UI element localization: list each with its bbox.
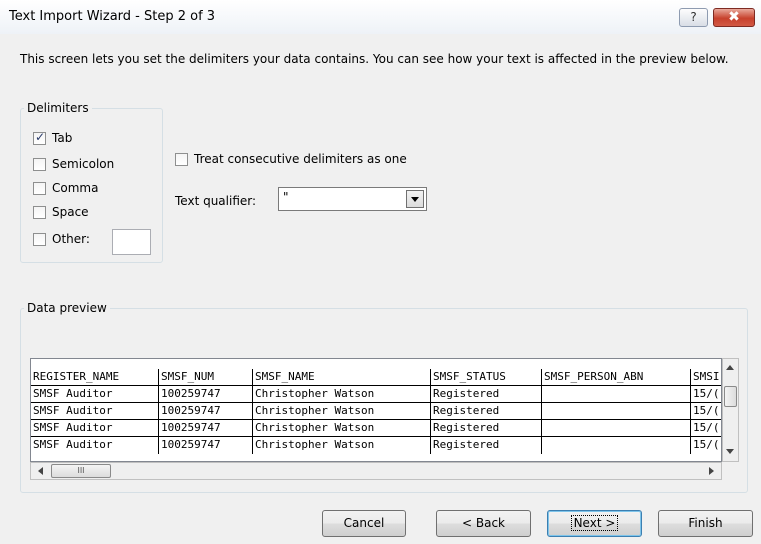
preview-cell: SMSF Auditor [31, 403, 159, 420]
preview-cell: Christopher Watson [253, 420, 431, 437]
text-qualifier-select[interactable]: " [278, 187, 427, 211]
dropdown-arrow-icon[interactable] [406, 190, 424, 208]
title-bar: Text Import Wizard - Step 2 of 3 ? ✖ [0, 0, 761, 34]
next-button[interactable]: Next > [547, 510, 642, 537]
preview-header-cell: SMSF_PERSON_ABN [542, 369, 691, 386]
help-icon: ? [690, 10, 697, 24]
close-icon: ✖ [728, 9, 740, 25]
other-checkbox-box[interactable] [33, 232, 46, 246]
preview-header-cell: SMSF_NUM [159, 369, 253, 386]
text-qualifier-value: " [283, 190, 289, 204]
preview-cell: Registered [431, 437, 542, 454]
scroll-right-icon[interactable] [709, 467, 714, 475]
space-checkbox-box[interactable] [33, 205, 46, 219]
preview-cell: 15/( [691, 386, 721, 403]
tab-checkbox[interactable]: Tab [33, 129, 72, 147]
semicolon-checkbox-box[interactable] [33, 157, 46, 171]
preview-cell: SMSF Auditor [31, 420, 159, 437]
comma-checkbox-box[interactable] [33, 181, 46, 195]
preview-row: SMSF Auditor 100259747 Christopher Watson R… [31, 386, 721, 403]
cancel-button[interactable]: Cancel [322, 510, 406, 537]
scroll-up-icon[interactable] [726, 365, 734, 370]
space-checkbox-label: Space [52, 205, 89, 219]
preview-cell: SMSF Auditor [31, 437, 159, 454]
intro-text: This screen lets you set the delimiters … [20, 52, 729, 66]
other-checkbox[interactable]: Other: [33, 230, 90, 248]
horizontal-scroll-thumb[interactable]: III [51, 464, 111, 478]
text-qualifier-label: Text qualifier: [175, 194, 257, 208]
preview-cell: 15/( [691, 420, 721, 437]
preview-row: SMSF Auditor 100259747 Christopher Watson R… [31, 420, 721, 437]
preview-header-cell: SMSF_STATUS [431, 369, 542, 386]
preview-cell: 100259747 [159, 420, 253, 437]
comma-checkbox[interactable]: Comma [33, 179, 98, 197]
semicolon-checkbox-label: Semicolon [52, 157, 115, 171]
other-delimiter-input[interactable] [112, 229, 151, 255]
tab-checkbox-box[interactable] [33, 130, 46, 145]
consecutive-checkbox-label: Treat consecutive delimiters as one [194, 152, 407, 166]
preview-cell [542, 386, 691, 403]
preview-cell: Registered [431, 386, 542, 403]
preview-cell: 100259747 [159, 386, 253, 403]
back-button-label: < Back [461, 516, 505, 530]
preview-row: SMSF Auditor 100259747 Christopher Watson R… [31, 403, 721, 420]
delimiters-group-label: Delimiters [24, 101, 92, 115]
preview-cell: Christopher Watson [253, 437, 431, 454]
consecutive-delimiters-checkbox[interactable]: Treat consecutive delimiters as one [175, 150, 407, 168]
preview-cell: Registered [431, 420, 542, 437]
tab-checkbox-label: Tab [52, 131, 73, 145]
preview-cell: 100259747 [159, 437, 253, 454]
preview-horizontal-scrollbar[interactable]: III [30, 462, 722, 480]
comma-checkbox-label: Comma [52, 181, 99, 195]
preview-cell: 15/( [691, 403, 721, 420]
preview-cell: Christopher Watson [253, 386, 431, 403]
semicolon-checkbox[interactable]: Semicolon [33, 155, 114, 173]
finish-button[interactable]: Finish [658, 510, 753, 537]
preview-cell: SMSF Auditor [31, 386, 159, 403]
preview-header-row: REGISTER_NAME SMSF_NUM SMSF_NAME SMSF_STATU… [31, 369, 721, 386]
window-title: Text Import Wizard - Step 2 of 3 [9, 9, 216, 24]
preview-cell [542, 420, 691, 437]
consecutive-checkbox-box[interactable] [175, 152, 188, 166]
preview-cell: Christopher Watson [253, 403, 431, 420]
scroll-down-icon[interactable] [726, 449, 734, 454]
preview-table: REGISTER_NAME SMSF_NUM SMSF_NAME SMSF_STATU… [31, 369, 721, 454]
preview-cell: Registered [431, 403, 542, 420]
other-checkbox-label: Other: [52, 232, 90, 246]
scroll-left-icon[interactable] [38, 467, 43, 475]
back-button[interactable]: < Back [436, 510, 531, 537]
help-button[interactable]: ? [679, 8, 708, 27]
preview-header-cell: SMSF_NAME [253, 369, 431, 386]
data-preview-label: Data preview [24, 301, 110, 315]
cancel-button-label: Cancel [343, 516, 385, 530]
data-preview-grid[interactable]: REGISTER_NAME SMSF_NUM SMSF_NAME SMSF_STATU… [30, 358, 722, 462]
close-button[interactable]: ✖ [713, 8, 755, 27]
next-button-label: Next > [570, 515, 619, 531]
preview-vertical-scrollbar[interactable] [722, 358, 739, 462]
preview-cell [542, 403, 691, 420]
preview-row: SMSF Auditor 100259747 Christopher Watson R… [31, 437, 721, 454]
preview-cell [542, 437, 691, 454]
vertical-scroll-thumb[interactable] [724, 386, 737, 407]
preview-header-cell: SMSI [691, 369, 721, 386]
preview-cell: 100259747 [159, 403, 253, 420]
finish-button-label: Finish [688, 516, 723, 530]
preview-header-cell: REGISTER_NAME [31, 369, 159, 386]
space-checkbox[interactable]: Space [33, 203, 89, 221]
preview-cell: 15/( [691, 437, 721, 454]
